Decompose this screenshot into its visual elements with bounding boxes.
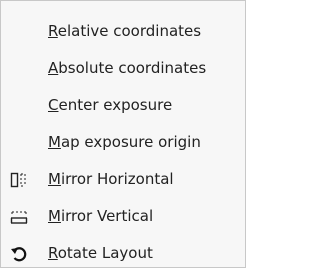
menu-item-label: Rotate Layout — [48, 244, 153, 262]
menu-item-label: Center exposure — [48, 96, 173, 114]
menu-item-label: Mirror Vertical — [48, 207, 154, 225]
rotate-layout-icon — [9, 244, 29, 264]
menu-item-map-exposure-origin[interactable]: Map exposure origin — [1, 126, 245, 159]
mirror-vertical-icon — [9, 207, 29, 227]
menu-item-relative-coordinates[interactable]: Relative coordinates — [1, 15, 245, 48]
menu-item-absolute-coordinates[interactable]: Absolute coordinates — [1, 52, 245, 85]
menu-item-label: Mirror Horizontal — [48, 170, 174, 188]
menu-item-center-exposure[interactable]: Center exposure — [1, 89, 245, 122]
mirror-horizontal-icon — [9, 170, 29, 190]
menu-item-mirror-vertical[interactable]: Mirror Vertical — [1, 200, 245, 233]
menu-item-mirror-horizontal[interactable]: Mirror Horizontal — [1, 163, 245, 196]
menu-item-rotate-layout[interactable]: Rotate Layout — [1, 237, 245, 268]
menu-item-label: Absolute coordinates — [48, 59, 207, 77]
menu-item-label: Map exposure origin — [48, 133, 201, 151]
menu-item-label: Relative coordinates — [48, 22, 202, 40]
context-menu: Relative coordinates Absolute coordinate… — [0, 0, 246, 268]
